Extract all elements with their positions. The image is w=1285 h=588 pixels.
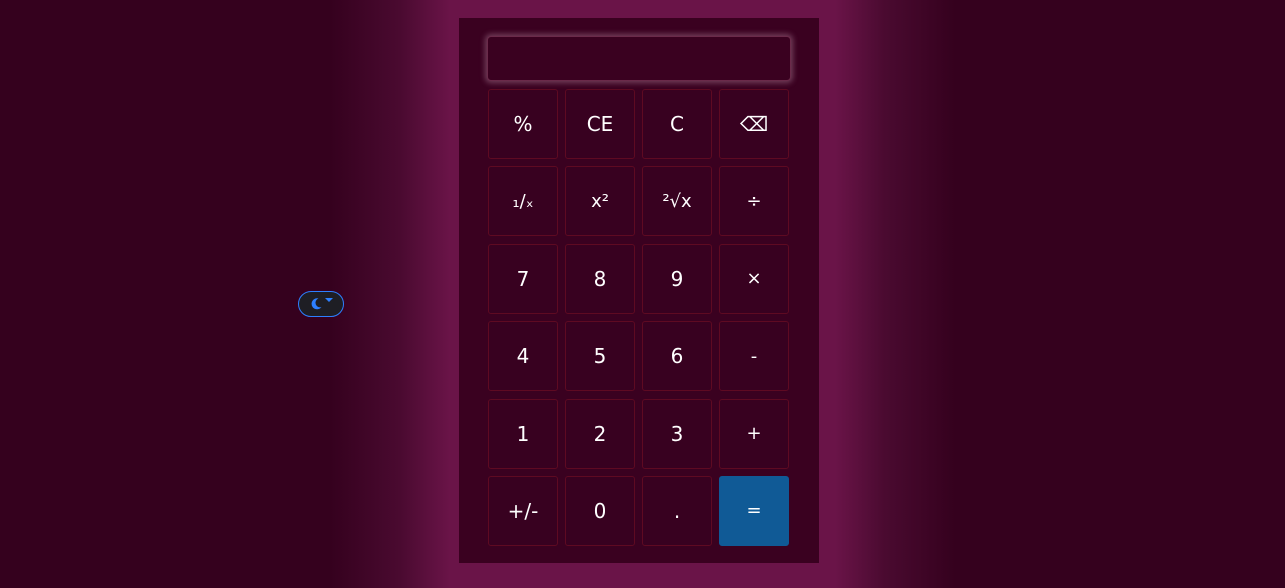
- negate-button[interactable]: +/-: [488, 475, 558, 546]
- decimal-point-button[interactable]: .: [642, 475, 712, 546]
- square-root-button[interactable]: ²√x: [642, 166, 712, 237]
- percent-button[interactable]: %: [488, 89, 558, 159]
- multiply-button[interactable]: ×: [719, 243, 789, 314]
- clear-entry-button[interactable]: CE: [565, 89, 635, 159]
- subtract-button[interactable]: -: [719, 321, 789, 392]
- divide-button[interactable]: ÷: [719, 166, 789, 237]
- clear-button[interactable]: C: [642, 89, 712, 159]
- app-background: % CE C ⌫ ₁/ₓ x² ²√x ÷ 7 8 9 × 4 5 6 - 1 …: [0, 0, 1285, 588]
- digit-0-button[interactable]: 0: [565, 475, 635, 546]
- reciprocal-button[interactable]: ₁/ₓ: [488, 166, 558, 237]
- digit-5-button[interactable]: 5: [565, 321, 635, 392]
- calculator: % CE C ⌫ ₁/ₓ x² ²√x ÷ 7 8 9 × 4 5 6 - 1 …: [459, 18, 819, 563]
- digit-9-button[interactable]: 9: [642, 243, 712, 314]
- digit-3-button[interactable]: 3: [642, 398, 712, 469]
- digit-4-button[interactable]: 4: [488, 321, 558, 392]
- digit-1-button[interactable]: 1: [488, 398, 558, 469]
- square-button[interactable]: x²: [565, 166, 635, 237]
- keypad: % CE C ⌫ ₁/ₓ x² ²√x ÷ 7 8 9 × 4 5 6 - 1 …: [488, 89, 790, 546]
- digit-2-button[interactable]: 2: [565, 398, 635, 469]
- caret-down-icon: [325, 298, 333, 302]
- moon-icon: [311, 298, 322, 310]
- equals-button[interactable]: =: [719, 475, 789, 546]
- calculator-display: [487, 36, 791, 81]
- theme-toggle-button[interactable]: [298, 291, 344, 317]
- add-button[interactable]: +: [719, 398, 789, 469]
- digit-7-button[interactable]: 7: [488, 243, 558, 314]
- digit-6-button[interactable]: 6: [642, 321, 712, 392]
- backspace-button[interactable]: ⌫: [719, 89, 789, 159]
- digit-8-button[interactable]: 8: [565, 243, 635, 314]
